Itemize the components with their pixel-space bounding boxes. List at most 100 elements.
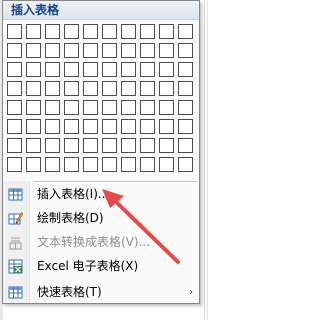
grid-cell[interactable]	[45, 157, 60, 172]
grid-cell[interactable]	[102, 62, 117, 77]
grid-cell[interactable]	[45, 81, 60, 96]
grid-cell[interactable]	[26, 24, 41, 39]
grid-cell[interactable]	[102, 100, 117, 115]
grid-cell[interactable]	[140, 81, 155, 96]
grid-cell[interactable]	[121, 81, 136, 96]
grid-cell[interactable]	[159, 62, 174, 77]
grid-cell[interactable]	[159, 43, 174, 58]
grid-cell[interactable]	[178, 119, 193, 134]
menu-item-label: 绘制表格(D)	[37, 211, 104, 225]
menu-item-convert-text-to-table: 文本转换成表格(V)...	[3, 231, 199, 254]
grid-cell[interactable]	[64, 81, 79, 96]
grid-cell[interactable]	[45, 62, 60, 77]
grid-cell[interactable]	[121, 24, 136, 39]
grid-cell[interactable]	[64, 43, 79, 58]
grid-cell[interactable]	[121, 138, 136, 153]
menu-item-quick-tables[interactable]: 快速表格(T) ›	[3, 281, 199, 304]
grid-cell[interactable]	[140, 157, 155, 172]
menu-item-label: 快速表格(T)	[37, 285, 102, 299]
grid-cell[interactable]	[64, 138, 79, 153]
grid-cell[interactable]	[7, 24, 22, 39]
grid-cell[interactable]	[178, 138, 193, 153]
table-size-grid[interactable]	[7, 24, 193, 172]
grid-cell[interactable]	[140, 62, 155, 77]
grid-cell[interactable]	[83, 157, 98, 172]
grid-cell[interactable]	[121, 100, 136, 115]
grid-cell[interactable]	[159, 100, 174, 115]
menu-header-title: 插入表格	[11, 3, 60, 17]
screen: 插入表格 插入表格(I)... 绘制表格(D) 文本转换成表格(V)... Ex…	[0, 0, 264, 320]
grid-cell[interactable]	[83, 24, 98, 39]
grid-cell[interactable]	[45, 100, 60, 115]
grid-cell[interactable]	[102, 138, 117, 153]
grid-cell[interactable]	[102, 81, 117, 96]
grid-cell[interactable]	[83, 100, 98, 115]
grid-cell[interactable]	[140, 24, 155, 39]
menu-item-draw-table[interactable]: 绘制表格(D)	[3, 207, 199, 230]
menu-divider	[33, 181, 197, 182]
grid-cell[interactable]	[26, 138, 41, 153]
grid-cell[interactable]	[159, 81, 174, 96]
insert-table-menu: 插入表格 插入表格(I)... 绘制表格(D) 文本转换成表格(V)... Ex…	[2, 0, 200, 304]
grid-cell[interactable]	[7, 157, 22, 172]
grid-cell[interactable]	[64, 62, 79, 77]
background-window	[200, 0, 264, 320]
grid-cell[interactable]	[102, 43, 117, 58]
grid-cell[interactable]	[45, 138, 60, 153]
grid-cell[interactable]	[26, 43, 41, 58]
grid-cell[interactable]	[26, 119, 41, 134]
grid-cell[interactable]	[102, 157, 117, 172]
grid-cell[interactable]	[26, 81, 41, 96]
grid-cell[interactable]	[7, 100, 22, 115]
grid-cell[interactable]	[121, 157, 136, 172]
grid-cell[interactable]	[121, 62, 136, 77]
grid-cell[interactable]	[159, 24, 174, 39]
grid-cell[interactable]	[7, 81, 22, 96]
grid-cell[interactable]	[159, 138, 174, 153]
grid-cell[interactable]	[178, 62, 193, 77]
grid-cell[interactable]	[140, 100, 155, 115]
grid-cell[interactable]	[7, 62, 22, 77]
grid-cell[interactable]	[140, 138, 155, 153]
grid-cell[interactable]	[178, 157, 193, 172]
grid-cell[interactable]	[26, 157, 41, 172]
draw-table-icon	[8, 211, 24, 226]
grid-cell[interactable]	[83, 138, 98, 153]
menu-item-label: 文本转换成表格(V)...	[37, 235, 151, 249]
grid-cell[interactable]	[45, 119, 60, 134]
grid-cell[interactable]	[45, 43, 60, 58]
grid-cell[interactable]	[178, 100, 193, 115]
grid-cell[interactable]	[83, 81, 98, 96]
grid-cell[interactable]	[159, 119, 174, 134]
grid-cell[interactable]	[64, 24, 79, 39]
grid-cell[interactable]	[83, 119, 98, 134]
grid-cell[interactable]	[26, 62, 41, 77]
menu-item-label: Excel 电子表格(X)	[37, 259, 139, 273]
grid-cell[interactable]	[7, 43, 22, 58]
grid-cell[interactable]	[102, 119, 117, 134]
grid-cell[interactable]	[7, 138, 22, 153]
grid-cell[interactable]	[83, 62, 98, 77]
grid-cell[interactable]	[159, 157, 174, 172]
grid-cell[interactable]	[64, 119, 79, 134]
grid-cell[interactable]	[64, 100, 79, 115]
menu-item-excel-spreadsheet[interactable]: Excel 电子表格(X)	[3, 255, 199, 278]
grid-cell[interactable]	[83, 43, 98, 58]
grid-cell[interactable]	[140, 119, 155, 134]
grid-cell[interactable]	[121, 43, 136, 58]
insert-table-icon	[8, 187, 23, 202]
excel-icon	[8, 259, 23, 274]
grid-cell[interactable]	[102, 24, 117, 39]
menu-item-insert-table[interactable]: 插入表格(I)...	[3, 183, 199, 206]
grid-cell[interactable]	[178, 81, 193, 96]
grid-cell[interactable]	[26, 100, 41, 115]
grid-cell[interactable]	[140, 43, 155, 58]
grid-cell[interactable]	[178, 24, 193, 39]
quick-table-icon	[8, 285, 23, 300]
grid-cell[interactable]	[121, 119, 136, 134]
grid-cell[interactable]	[45, 24, 60, 39]
convert-text-icon	[8, 235, 23, 250]
grid-cell[interactable]	[64, 157, 79, 172]
grid-cell[interactable]	[178, 43, 193, 58]
grid-cell[interactable]	[7, 119, 22, 134]
